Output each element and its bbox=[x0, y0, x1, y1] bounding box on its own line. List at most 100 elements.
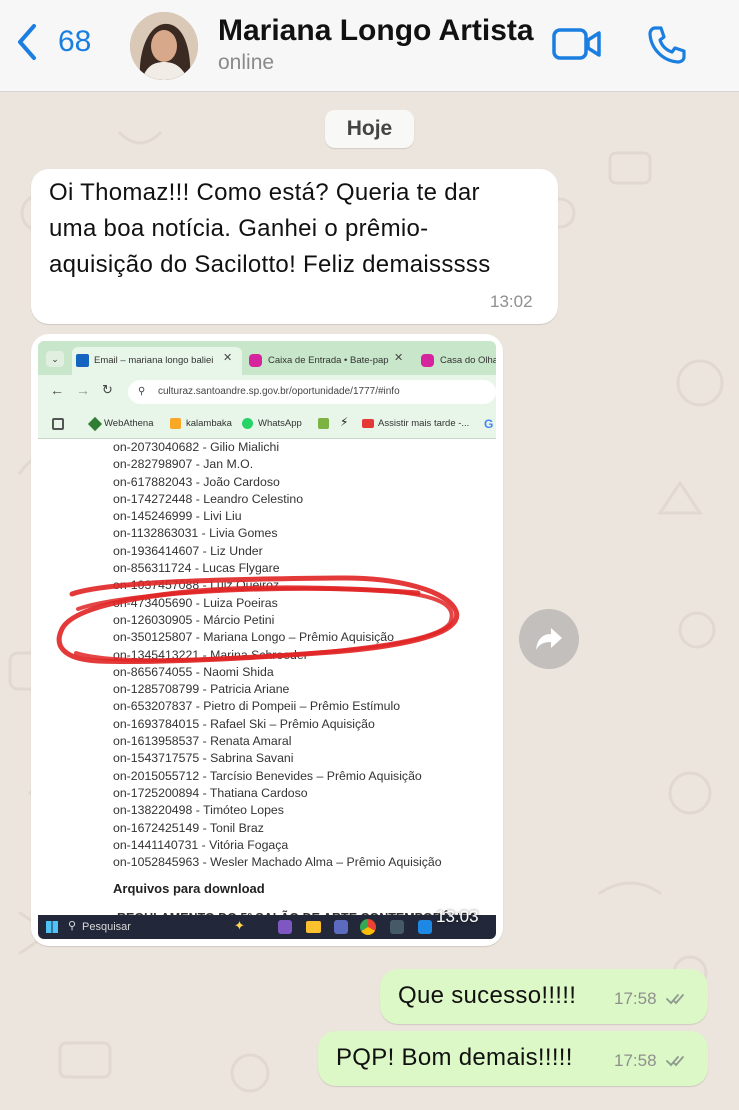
list-item: on-1936414607 - Liz Under bbox=[113, 543, 263, 558]
bookmarks-bar: WebAthena kalambaka WhatsApp ⚡ Assistir … bbox=[38, 409, 496, 439]
message-time: 17:58 bbox=[614, 1051, 657, 1070]
downloads-heading: Arquivos para download bbox=[113, 881, 265, 896]
list-item: on-2015055712 - Tarcísio Benevides – Prê… bbox=[113, 768, 422, 783]
list-item: on-865674055 - Naomi Shida bbox=[113, 664, 274, 679]
shared-screenshot-image[interactable]: ⌄ Email – mariana longo baliei ✕ Caixa d… bbox=[38, 341, 496, 939]
word-icon bbox=[418, 920, 432, 934]
list-item: on-1037457088 - Luiz Queiroz bbox=[113, 578, 280, 593]
close-icon: ✕ bbox=[223, 352, 233, 364]
bookmark-item: WhatsApp bbox=[242, 409, 302, 439]
url-text: culturaz.santoandre.sp.gov.br/oportunida… bbox=[158, 386, 400, 397]
message-text: Que sucesso!!!!! bbox=[398, 982, 577, 1009]
list-item: on-2073040682 - Gilio Mialichi bbox=[113, 440, 280, 454]
date-chip: Hoje bbox=[325, 110, 414, 148]
browser-tab: Casa do Olha bbox=[418, 347, 496, 375]
bookmark-item: Assistir mais tarde -... bbox=[362, 409, 469, 439]
list-item: on-617882043 - João Cardoso bbox=[113, 474, 280, 489]
list-item: on-1132863031 - Livia Gomes bbox=[113, 526, 278, 541]
message-line: uma boa notícia. Ganhei o prêmio- bbox=[49, 215, 429, 242]
list-item: on-282798907 - Jan M.O. bbox=[113, 457, 254, 472]
close-icon: ✕ bbox=[394, 352, 404, 364]
bolt-icon: ⚡ bbox=[340, 415, 349, 429]
message-time: 13:03 bbox=[436, 907, 479, 926]
list-item: on-1693784015 - Rafael Ski – Prêmio Aqui… bbox=[113, 716, 375, 731]
incoming-message[interactable]: Oi Thomaz!!! Como está? Queria te dar um… bbox=[31, 169, 558, 324]
browser-tab-bar: ⌄ Email – mariana longo baliei ✕ Caixa d… bbox=[38, 341, 496, 375]
apps-grid-icon bbox=[52, 418, 64, 430]
outlook-icon bbox=[76, 354, 89, 367]
bookmark-item: WebAthena bbox=[87, 409, 153, 439]
list-item: on-1725200894 - Thatiana Cardoso bbox=[113, 785, 308, 800]
list-item: on-138220498 - Timóteo Lopes bbox=[113, 803, 284, 818]
tab-label: Email – mariana longo baliei bbox=[94, 355, 214, 366]
folder-icon bbox=[306, 921, 321, 933]
message-text: Oi Thomaz!!! Como está? Queria te dar um… bbox=[49, 175, 491, 283]
list-item: on-653207837 - Pietro di Pompeii – Prêmi… bbox=[113, 699, 401, 714]
read-receipt-icon bbox=[666, 1056, 684, 1067]
list-item: on-856311724 - Lucas Flygare bbox=[113, 561, 280, 576]
chrome-icon bbox=[360, 919, 376, 935]
message-time: 17:58 bbox=[614, 989, 657, 1008]
entry-list: on-2073040682 - Gilio Mialichi on-282798… bbox=[113, 439, 496, 871]
unread-count: 68 bbox=[58, 25, 92, 58]
bookmark-icon bbox=[87, 416, 103, 432]
back-button[interactable]: 68 bbox=[14, 22, 91, 62]
forward-button[interactable] bbox=[519, 609, 579, 669]
whatsapp-icon bbox=[242, 418, 253, 429]
list-item: on-1285708799 - Patricia Ariane bbox=[113, 682, 290, 697]
contact-status: online bbox=[218, 51, 275, 74]
video-camera-icon bbox=[552, 28, 601, 60]
chevron-left-icon bbox=[18, 24, 36, 60]
list-item: on-174272448 - Leandro Celestino bbox=[113, 491, 304, 506]
list-item: on-1441140731 - Vitória Fogaça bbox=[113, 837, 289, 852]
phone-icon bbox=[648, 26, 686, 64]
youtube-icon bbox=[362, 419, 374, 428]
url-field: ⚲ culturaz.santoandre.sp.gov.br/oportuni… bbox=[128, 380, 496, 404]
list-item: on-1672425149 - Tonil Braz bbox=[113, 820, 264, 835]
app-icon bbox=[278, 920, 292, 934]
browser-tab: Email – mariana longo baliei bbox=[72, 347, 242, 375]
message-line: aquisição do Sacilotto! Feliz demaisssss bbox=[49, 251, 491, 278]
tab-label: Caixa de Entrada • Bate-pap bbox=[268, 355, 389, 366]
list-item: on-145246999 - Livi Liu bbox=[113, 509, 242, 524]
bookmark-icon bbox=[170, 418, 181, 429]
google-icon: G bbox=[484, 417, 494, 431]
list-item: on-350125807 - Mariana Longo – Prêmio Aq… bbox=[113, 630, 394, 645]
outgoing-message[interactable]: PQP! Bom demais!!!!! 17:58 bbox=[318, 1031, 708, 1086]
back-arrow-icon: ← bbox=[50, 382, 64, 398]
app-icon bbox=[334, 920, 348, 934]
site-info-icon: ⚲ bbox=[138, 386, 146, 397]
list-item: on-473405690 - Luiza Poeiras bbox=[113, 595, 278, 610]
read-receipt-icon bbox=[666, 994, 684, 1005]
browser-address-bar: ← → ↻ ⚲ culturaz.santoandre.sp.gov.br/op… bbox=[38, 375, 496, 409]
chat-header: 68 Mariana Longo Artista online bbox=[0, 0, 739, 92]
chevron-down-icon: ⌄ bbox=[46, 351, 64, 367]
forward-arrow-icon: → bbox=[76, 382, 90, 398]
tab-label: Casa do Olha bbox=[440, 355, 496, 366]
puzzle-icon bbox=[318, 418, 329, 429]
bookmark-item: kalambaka bbox=[170, 409, 232, 439]
contact-name[interactable]: Mariana Longo Artista bbox=[218, 14, 534, 48]
windows-logo-icon bbox=[46, 921, 58, 933]
app-icon bbox=[390, 920, 404, 934]
sparkle-icon: ✦ bbox=[234, 918, 245, 933]
instagram-icon bbox=[249, 354, 262, 367]
outgoing-message[interactable]: Que sucesso!!!!! 17:58 bbox=[380, 969, 708, 1024]
voice-call-button[interactable] bbox=[646, 24, 688, 66]
windows-taskbar: ⚲ Pesquisar ✦ bbox=[38, 915, 496, 939]
video-call-button[interactable] bbox=[552, 27, 602, 61]
browser-tab: Caixa de Entrada • Bate-pap bbox=[246, 347, 406, 375]
message-line: Oi Thomaz!!! Como está? Queria te dar bbox=[49, 179, 480, 206]
avatar[interactable] bbox=[130, 12, 198, 80]
reload-icon: ↻ bbox=[102, 382, 113, 397]
message-time: 13:02 bbox=[490, 292, 533, 311]
instagram-icon bbox=[421, 354, 434, 367]
list-item: on-1613958537 - Renata Amaral bbox=[113, 734, 292, 749]
message-text: PQP! Bom demais!!!!! bbox=[336, 1044, 573, 1071]
taskbar-search: Pesquisar bbox=[82, 921, 131, 933]
list-item: on-126030905 - Márcio Petini bbox=[113, 612, 275, 627]
chat-area[interactable]: Hoje Oi Thomaz!!! Como está? Queria te d… bbox=[0, 93, 739, 1110]
list-item: on-1543717575 - Sabrina Savani bbox=[113, 751, 294, 766]
search-icon: ⚲ bbox=[68, 920, 77, 932]
share-arrow-icon bbox=[536, 628, 562, 650]
